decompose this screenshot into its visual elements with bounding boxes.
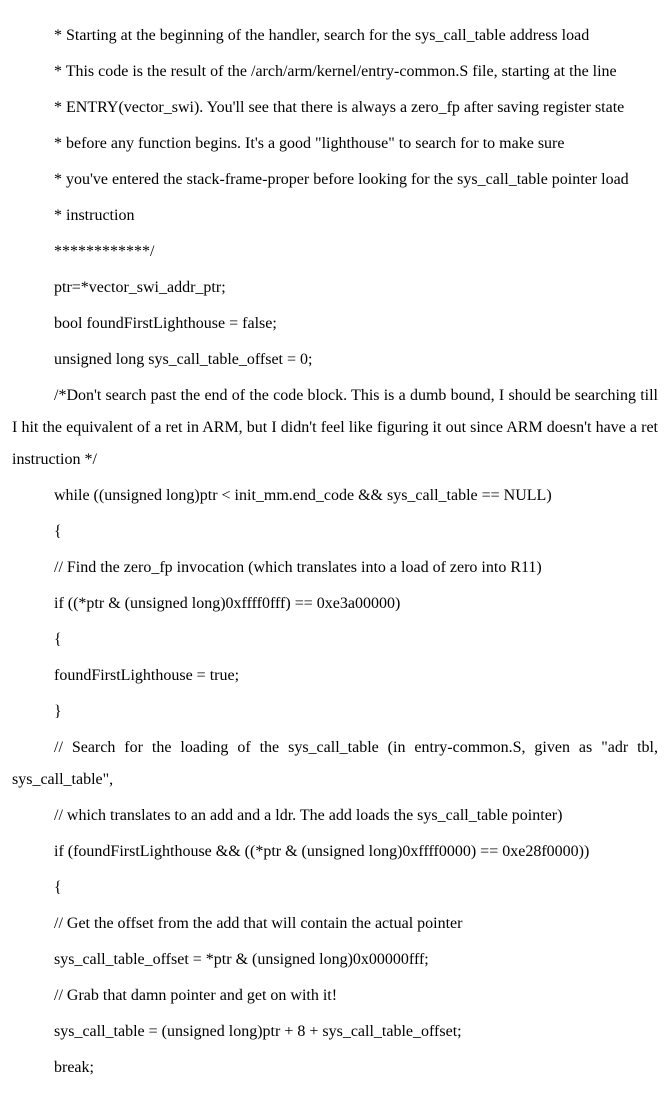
code-line: { (12, 872, 658, 904)
code-line: } (12, 696, 658, 728)
code-line: if (foundFirstLighthouse && ((*ptr & (un… (12, 836, 658, 868)
code-line: * instruction (12, 200, 658, 232)
code-line: while ((unsigned long)ptr < init_mm.end_… (12, 480, 658, 512)
code-line: sys_call_table_offset = *ptr & (unsigned… (12, 944, 658, 976)
code-line: // Find the zero_fp invocation (which tr… (12, 552, 658, 584)
code-line: ptr=*vector_swi_addr_ptr; (12, 272, 658, 304)
code-line: foundFirstLighthouse = true; (12, 660, 658, 692)
code-line: { (12, 624, 658, 656)
code-line: // Grab that damn pointer and get on wit… (12, 980, 658, 1012)
code-line: * This code is the result of the /arch/a… (12, 56, 658, 88)
code-line: * ENTRY(vector_swi). You'll see that the… (12, 92, 658, 124)
code-line: bool foundFirstLighthouse = false; (12, 308, 658, 340)
code-line: * Starting at the beginning of the handl… (12, 20, 658, 52)
code-line: * before any function begins. It's a goo… (12, 128, 658, 160)
code-line: // Get the offset from the add that will… (12, 908, 658, 940)
code-line: sys_call_table = (unsigned long)ptr + 8 … (12, 1016, 658, 1048)
code-line: * you've entered the stack-frame-proper … (12, 164, 658, 196)
code-line: if ((*ptr & (unsigned long)0xffff0fff) =… (12, 588, 658, 620)
code-line: unsigned long sys_call_table_offset = 0; (12, 344, 658, 376)
code-line: { (12, 516, 658, 548)
code-line: ************/ (12, 236, 658, 268)
code-comment-block: /*Don't search past the end of the code … (12, 380, 658, 476)
code-line: break; (12, 1052, 658, 1084)
code-comment-block: // Search for the loading of the sys_cal… (12, 732, 658, 796)
code-line: // which translates to an add and a ldr.… (12, 800, 658, 832)
